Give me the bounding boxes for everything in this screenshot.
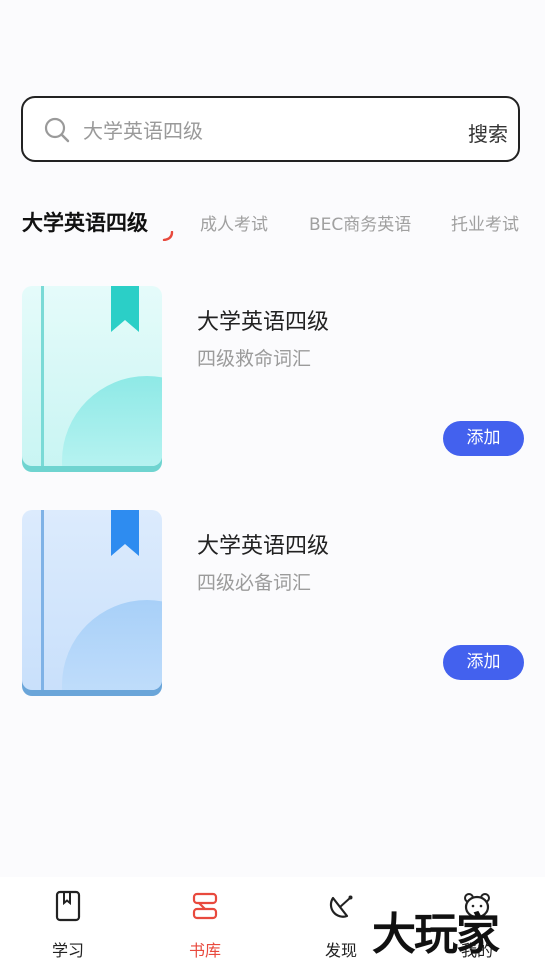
- list-item[interactable]: 大学英语四级 四级救命词汇 添加: [22, 286, 524, 476]
- nav-label: 书库: [188, 941, 221, 960]
- tab-cet4[interactable]: 大学英语四级: [22, 205, 148, 241]
- nav-label: 学习: [51, 941, 84, 960]
- nav-item-library[interactable]: 书库: [150, 877, 260, 970]
- book-subtitle: 四级救命词汇: [197, 348, 312, 370]
- book-title: 大学英语四级: [197, 310, 330, 335]
- bookshelf-icon: [192, 892, 218, 920]
- nav-item-study[interactable]: 学习: [13, 877, 123, 970]
- add-button[interactable]: 添加: [443, 645, 524, 680]
- tab-bec[interactable]: BEC商务英语: [309, 207, 411, 243]
- tab-toeic[interactable]: 托业考试: [451, 207, 519, 243]
- book-icon: [55, 890, 81, 922]
- tab-adult-exam[interactable]: 成人考试: [200, 207, 268, 243]
- search-input[interactable]: [81, 112, 425, 150]
- search-button[interactable]: 搜索: [468, 118, 508, 147]
- active-tab-indicator: [162, 231, 174, 241]
- search-icon: [44, 117, 70, 143]
- satellite-dish-icon: [329, 895, 353, 918]
- category-tabs: 大学英语四级 成人考试 BEC商务英语 托业考试: [22, 205, 545, 245]
- book-title: 大学英语四级: [197, 534, 330, 559]
- list-item[interactable]: 大学英语四级 四级必备词汇 添加: [22, 510, 524, 700]
- book-subtitle: 四级必备词汇: [197, 572, 312, 594]
- book-cover: [22, 286, 162, 472]
- search-bar[interactable]: 搜索: [21, 96, 520, 162]
- book-cover: [22, 510, 162, 696]
- watermark-logo: 大玩家: [372, 909, 500, 960]
- add-button[interactable]: 添加: [443, 421, 524, 456]
